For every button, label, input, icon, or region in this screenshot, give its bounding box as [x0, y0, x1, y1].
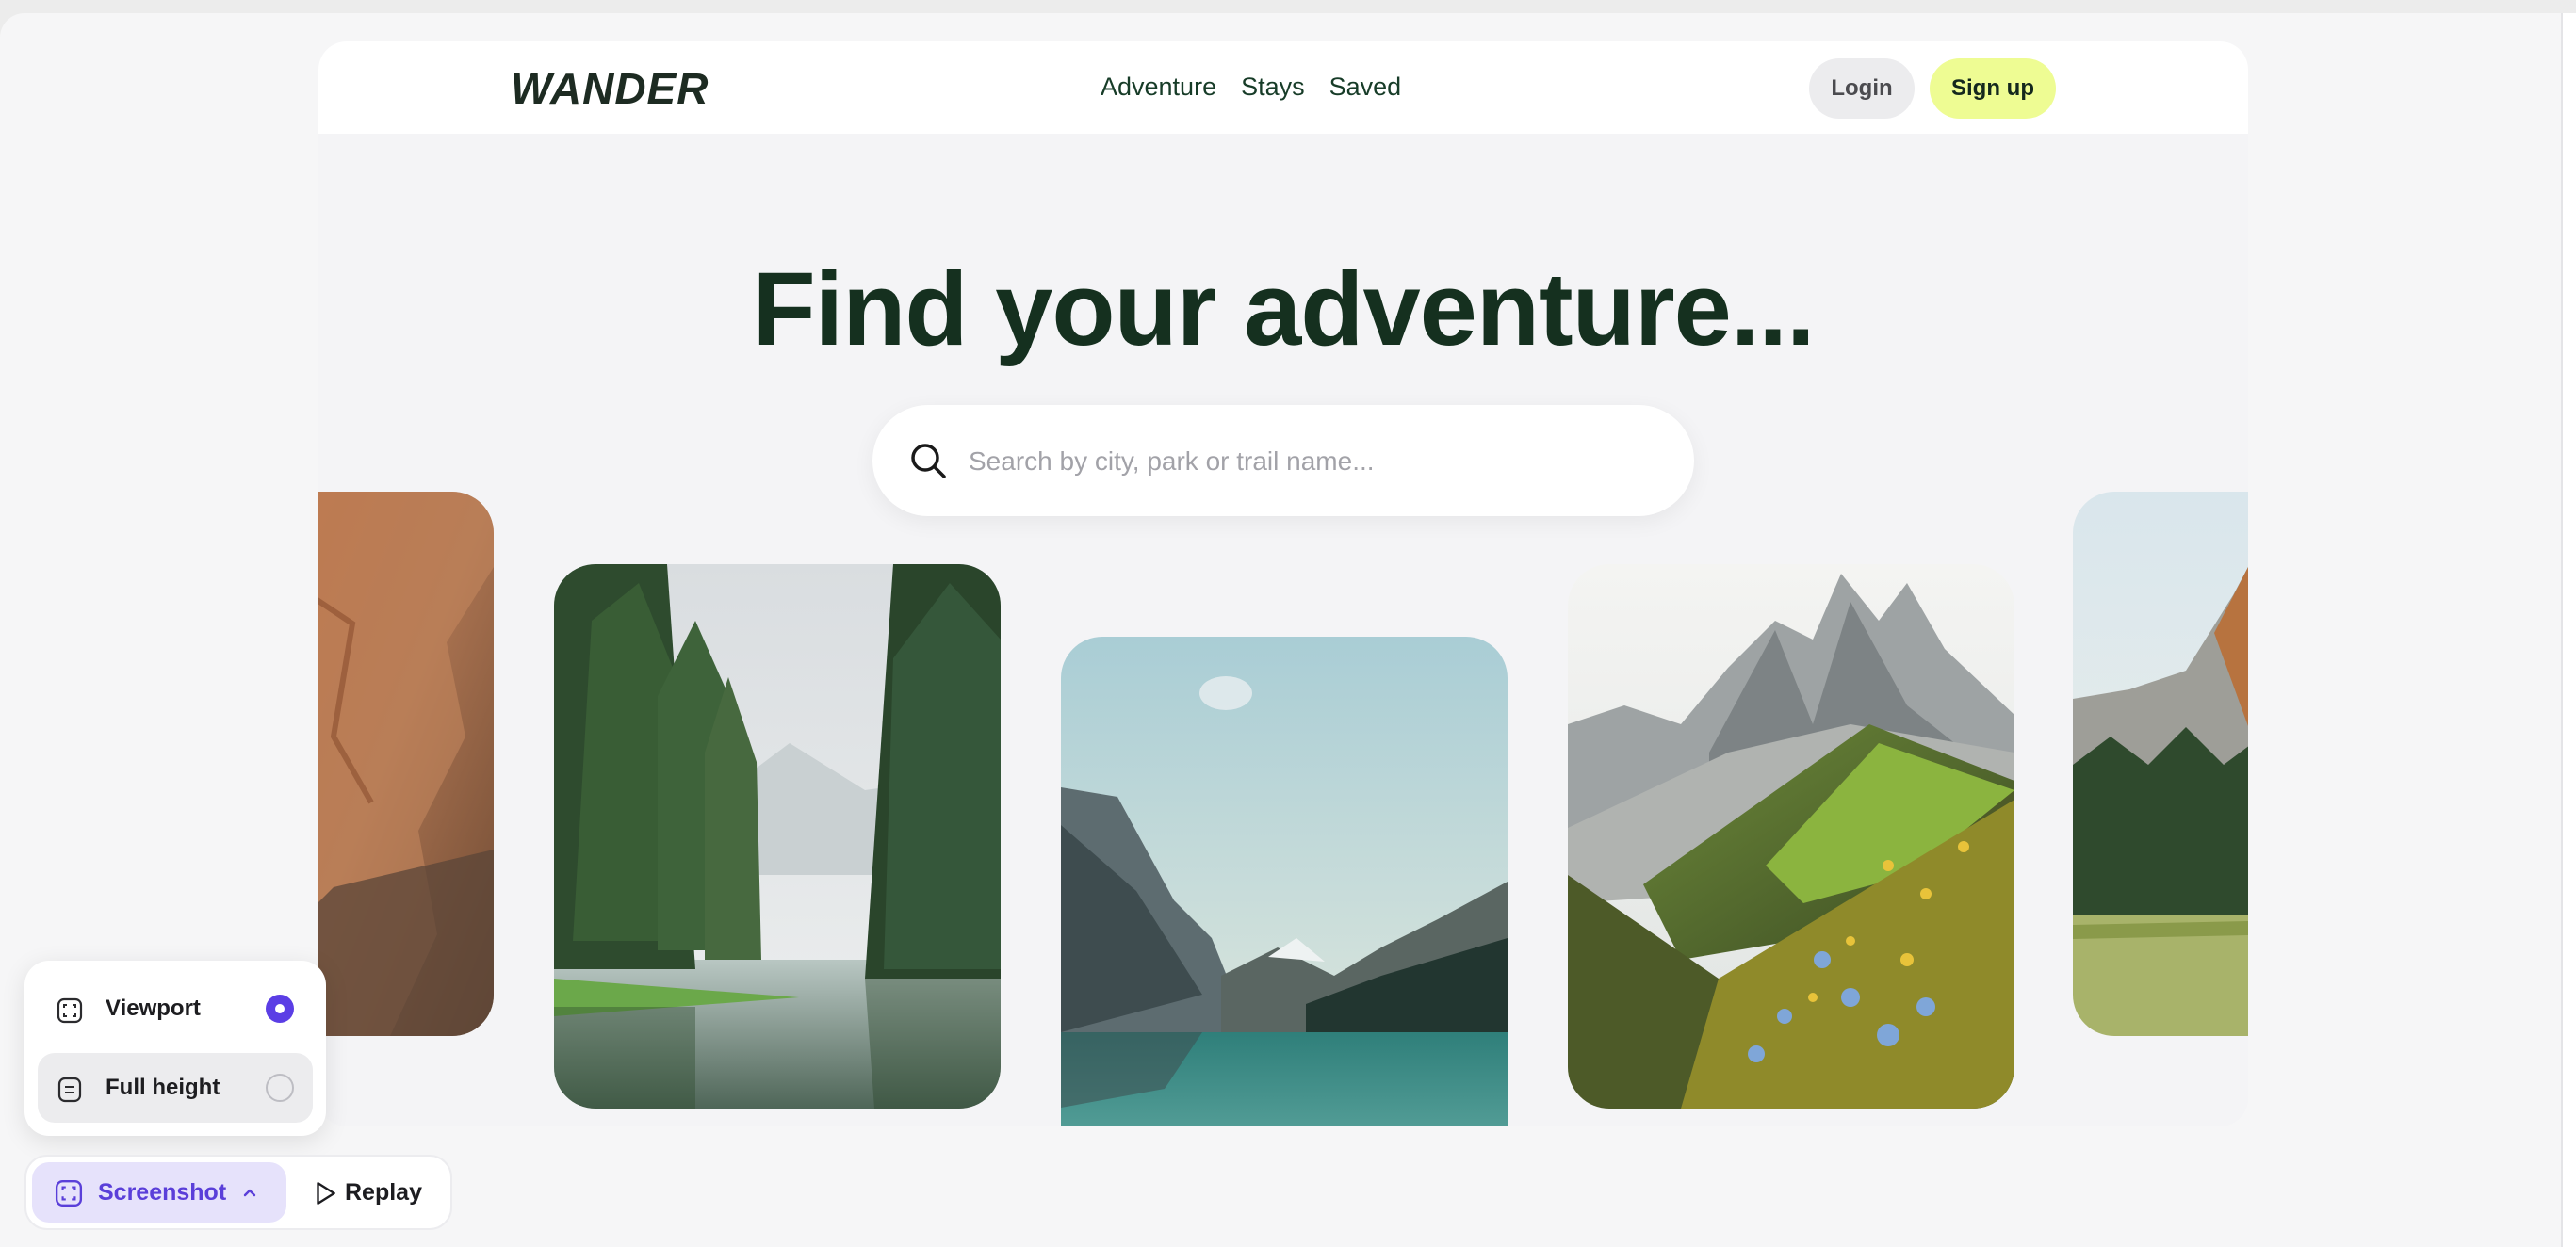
site-header: WANDER Adventure Stays Saved Login Sign … [318, 41, 2248, 134]
nav-link-stays[interactable]: Stays [1241, 68, 1305, 105]
replay-label: Replay [345, 1178, 422, 1206]
screenshot-label: Screenshot [98, 1178, 227, 1206]
signup-button[interactable]: Sign up [1930, 58, 2056, 119]
mountain-lake-image [1061, 637, 1508, 1126]
full-height-option[interactable]: Full height [38, 1053, 313, 1123]
canyon-image [318, 492, 494, 1036]
search-icon [911, 444, 946, 478]
nav-link-saved[interactable]: Saved [1329, 68, 1402, 105]
login-button[interactable]: Login [1809, 58, 1915, 119]
destination-card-alpine-meadow[interactable] [1568, 564, 2014, 1109]
destination-card-mountain-lake[interactable] [1061, 637, 1508, 1126]
side-panel-edge [2561, 13, 2576, 1247]
nav-link-adventure[interactable]: Adventure [1101, 68, 1216, 105]
viewport-label: Viewport [106, 996, 201, 1021]
play-icon [317, 1182, 335, 1205]
site-logo[interactable]: WANDER [511, 64, 709, 113]
destination-card-forest-lake[interactable] [554, 564, 1001, 1109]
capture-toolbar: Screenshot Replay [24, 1155, 452, 1230]
website-preview: WANDER Adventure Stays Saved Login Sign … [318, 41, 2248, 1126]
viewport-radio[interactable] [266, 995, 294, 1023]
screenshot-icon [55, 1179, 83, 1207]
destination-card-canyon[interactable] [318, 492, 494, 1036]
screenshot-button[interactable]: Screenshot [32, 1162, 286, 1223]
valley-image [2073, 492, 2248, 1036]
replay-button[interactable]: Replay [307, 1162, 439, 1223]
main-nav: Adventure Stays Saved [1101, 68, 1401, 105]
search-input[interactable] [967, 433, 1668, 490]
destination-card-valley[interactable] [2073, 492, 2248, 1036]
full-height-radio[interactable] [266, 1074, 294, 1102]
search-bar[interactable] [872, 405, 1694, 516]
viewport-option[interactable]: Viewport [38, 974, 313, 1044]
forest-lake-image [554, 564, 1001, 1109]
viewport-icon [57, 997, 83, 1024]
capture-mode-menu: Viewport Full height [24, 961, 326, 1136]
hero-title: Find your adventure... [752, 251, 1815, 367]
full-height-label: Full height [106, 1075, 220, 1100]
full-height-icon [57, 1077, 82, 1103]
chevron-up-icon[interactable] [241, 1185, 258, 1200]
alpine-meadow-image [1568, 564, 2014, 1109]
